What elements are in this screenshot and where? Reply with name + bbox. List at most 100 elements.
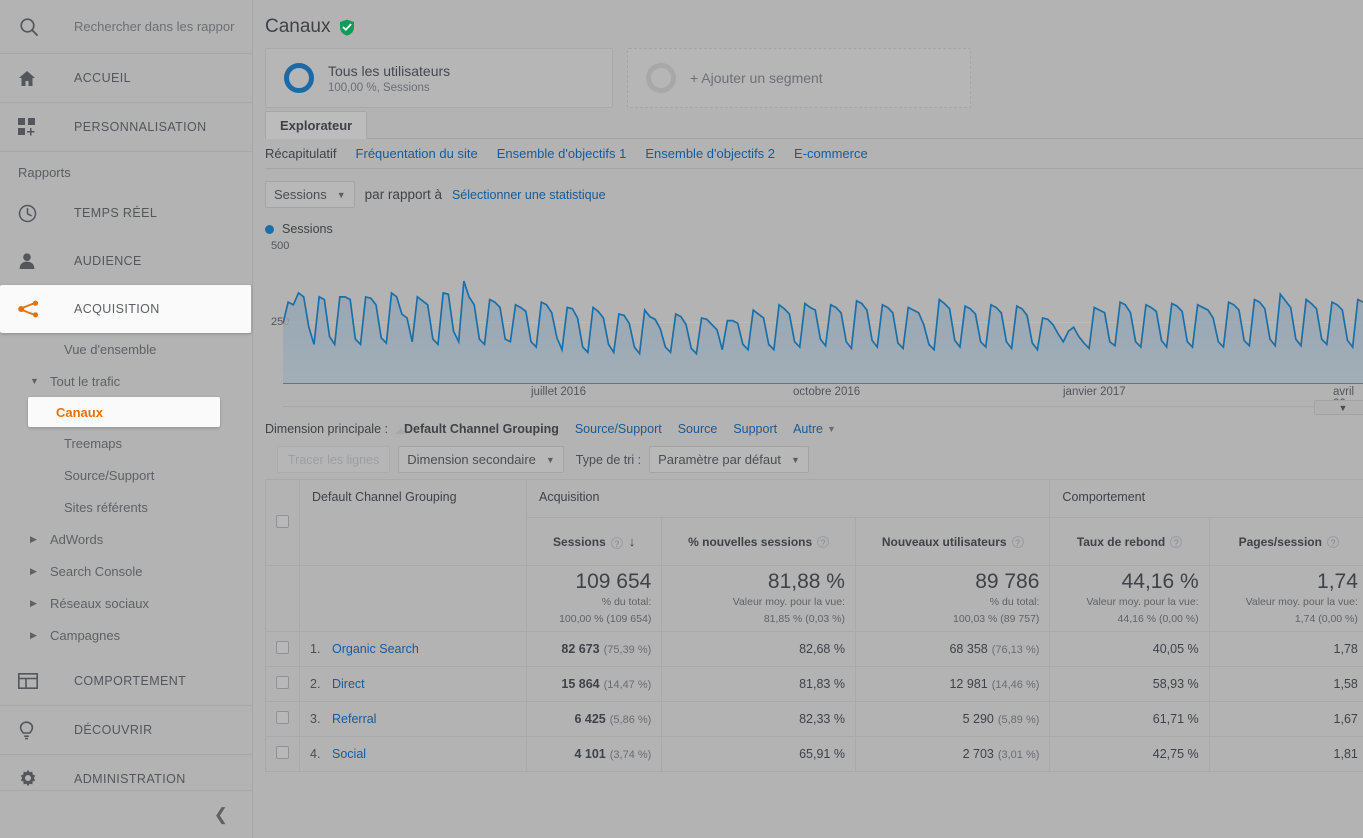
summary-sub1: % du total: (537, 596, 651, 609)
row-bounce-rate: 42,75 % (1050, 737, 1209, 772)
column-header-pages-session[interactable]: Pages/session? (1209, 518, 1363, 566)
primary-dimension-support[interactable]: Support (733, 422, 777, 436)
add-segment-button[interactable]: + Ajouter un segment (627, 48, 971, 108)
search-input[interactable]: Rechercher dans les rappor (74, 19, 252, 34)
chart-x-axis (283, 383, 1363, 384)
row-checkbox[interactable] (276, 641, 289, 654)
row-checkbox-cell[interactable] (266, 667, 300, 702)
row-checkbox[interactable] (276, 746, 289, 759)
dimension-pointer (395, 428, 407, 434)
sidebar-item-accueil[interactable]: ACCUEIL (0, 54, 252, 103)
chevron-right-icon[interactable]: ▶ (30, 535, 44, 544)
row-checkbox-cell[interactable] (266, 632, 300, 667)
sidebar-item-sites-referents[interactable]: Sites référents (0, 491, 252, 523)
summary-sub2: 44,16 % (0,00 %) (1060, 613, 1198, 626)
chevron-right-icon[interactable]: ▶ (30, 599, 44, 608)
sidebar-item-adwords[interactable]: ▶ AdWords (0, 523, 252, 555)
primary-dimension-autre[interactable]: Autre (793, 422, 823, 436)
help-icon[interactable]: ? (611, 537, 623, 549)
select-metric-link[interactable]: Sélectionner une statistique (452, 188, 606, 202)
primary-dimension-source[interactable]: Source (678, 422, 718, 436)
metric-select[interactable]: Sessions ▼ (265, 181, 355, 208)
row-checkbox[interactable] (276, 676, 289, 689)
clock-icon (18, 204, 42, 223)
search-reports-row[interactable]: Rechercher dans les rappor (0, 0, 252, 54)
sort-arrow-icon[interactable]: ↓ (629, 534, 636, 549)
row-sessions: 15 864(14,47 %) (527, 667, 662, 702)
row-dimension-cell[interactable]: 1.Organic Search (300, 632, 527, 667)
row-pages-session: 1,58 (1209, 667, 1363, 702)
value-pct: (75,39 %) (604, 644, 652, 656)
select-all-checkbox[interactable] (276, 515, 289, 528)
help-icon[interactable]: ? (1327, 536, 1339, 548)
sidebar-item-campagnes[interactable]: ▶ Campagnes (0, 619, 252, 651)
help-icon[interactable]: ? (1012, 536, 1024, 548)
summary-checkbox-cell (266, 566, 300, 632)
sidebar-item-vue-d-ensemble[interactable]: Vue d'ensemble (0, 333, 252, 365)
dimension-column-header[interactable]: Default Channel Grouping (300, 480, 527, 566)
secondary-dimension-select[interactable]: Dimension secondaire ▼ (398, 446, 564, 473)
channel-link[interactable]: Organic Search (332, 642, 419, 656)
chevron-right-icon[interactable]: ▶ (30, 567, 44, 576)
value-pct: (5,86 %) (610, 714, 652, 726)
metric-controls-row: Sessions ▼ par rapport à Sélectionner un… (265, 169, 1363, 214)
subtab-ensemble-objectifs-2[interactable]: Ensemble d'objectifs 2 (645, 146, 775, 161)
select-all-cell[interactable] (266, 480, 300, 566)
subtab-ensemble-objectifs-1[interactable]: Ensemble d'objectifs 1 (497, 146, 627, 161)
sidebar-item-search-console[interactable]: ▶ Search Console (0, 555, 252, 587)
row-dimension-cell[interactable]: 2.Direct (300, 667, 527, 702)
column-header-nouveaux-utilisateurs[interactable]: Nouveaux utilisateurs? (855, 518, 1049, 566)
help-icon[interactable]: ? (817, 536, 829, 548)
main-content: Canaux Tous les utilisateurs 100,00 %, S… (253, 0, 1363, 838)
sidebar-item-canaux[interactable]: Canaux (28, 397, 220, 427)
table-row[interactable]: 4.Social 4 101(3,74 %) 65,91 % 2 703(3,0… (266, 737, 1363, 772)
sessions-chart[interactable]: 500 250 juillet 2016 octobre 2016 janvie… (265, 240, 1363, 408)
sidebar-item-source-support[interactable]: Source/Support (0, 459, 252, 491)
value: 2 703 (963, 747, 994, 761)
sidebar-item-personnalisation[interactable]: PERSONNALISATION (0, 103, 252, 152)
row-new-sessions-pct: 82,33 % (662, 702, 856, 737)
sidebar-item-tout-le-trafic[interactable]: ▼ Tout le trafic (0, 365, 252, 397)
row-pages-session: 1,67 (1209, 702, 1363, 737)
table-row[interactable]: 2.Direct 15 864(14,47 %) 81,83 % 12 981(… (266, 667, 1363, 702)
segment-all-users[interactable]: Tous les utilisateurs 100,00 %, Sessions (265, 48, 613, 108)
summary-pages-session: 1,74 Valeur moy. pour la vue: 1,74 (0,00… (1209, 566, 1363, 632)
channel-link[interactable]: Direct (332, 677, 365, 691)
chevron-down-icon[interactable]: ▼ (30, 377, 44, 386)
sidebar-item-reseaux-sociaux[interactable]: ▶ Réseaux sociaux (0, 587, 252, 619)
row-checkbox-cell[interactable] (266, 702, 300, 737)
row-checkbox-cell[interactable] (266, 737, 300, 772)
chevron-right-icon[interactable]: ▶ (30, 631, 44, 640)
primary-dimension-source-support[interactable]: Source/Support (575, 422, 662, 436)
sort-type-select[interactable]: Paramètre par défaut ▼ (649, 446, 809, 473)
sidebar-item-audience[interactable]: AUDIENCE (0, 237, 252, 285)
subtab-frequentation-du-site[interactable]: Fréquentation du site (356, 146, 478, 161)
column-header-taux-de-rebond[interactable]: Taux de rebond? (1050, 518, 1209, 566)
row-checkbox[interactable] (276, 711, 289, 724)
channel-link[interactable]: Social (332, 747, 366, 761)
row-new-users: 12 981(14,46 %) (855, 667, 1049, 702)
sidebar-item-temps-reel[interactable]: TEMPS RÉEL (0, 189, 252, 237)
channel-link[interactable]: Referral (332, 712, 376, 726)
column-header-nouvelles-sessions[interactable]: % nouvelles sessions? (662, 518, 856, 566)
chart-plot-area[interactable] (283, 252, 1363, 384)
sidebar-collapse-button[interactable]: ❮ (0, 790, 252, 838)
row-dimension-cell[interactable]: 4.Social (300, 737, 527, 772)
sidebar-item-acquisition[interactable]: ACQUISITION (0, 285, 251, 333)
subtab-recapitulatif[interactable]: Récapitulatif (265, 146, 337, 161)
chevron-down-icon: ▼ (337, 190, 346, 200)
sidebar-item-comportement[interactable]: COMPORTEMENT (0, 657, 252, 705)
table-row[interactable]: 1.Organic Search 82 673(75,39 %) 82,68 %… (266, 632, 1363, 667)
tab-explorateur[interactable]: Explorateur (265, 111, 367, 139)
sidebar-item-decouvrir[interactable]: DÉCOUVRIR (0, 706, 252, 754)
summary-sub2: 1,74 (0,00 %) (1220, 613, 1358, 626)
value: 15 864 (561, 677, 599, 691)
column-header-sessions[interactable]: Sessions?↓ (527, 518, 662, 566)
table-row[interactable]: 3.Referral 6 425(5,86 %) 82,33 % 5 290(5… (266, 702, 1363, 737)
primary-dimension-active[interactable]: Default Channel Grouping (404, 422, 559, 436)
help-icon[interactable]: ? (1170, 536, 1182, 548)
subtab-e-commerce[interactable]: E-commerce (794, 146, 868, 161)
chevron-down-icon[interactable]: ▼ (827, 424, 836, 434)
sidebar-item-treemaps[interactable]: Treemaps (0, 427, 252, 459)
row-dimension-cell[interactable]: 3.Referral (300, 702, 527, 737)
